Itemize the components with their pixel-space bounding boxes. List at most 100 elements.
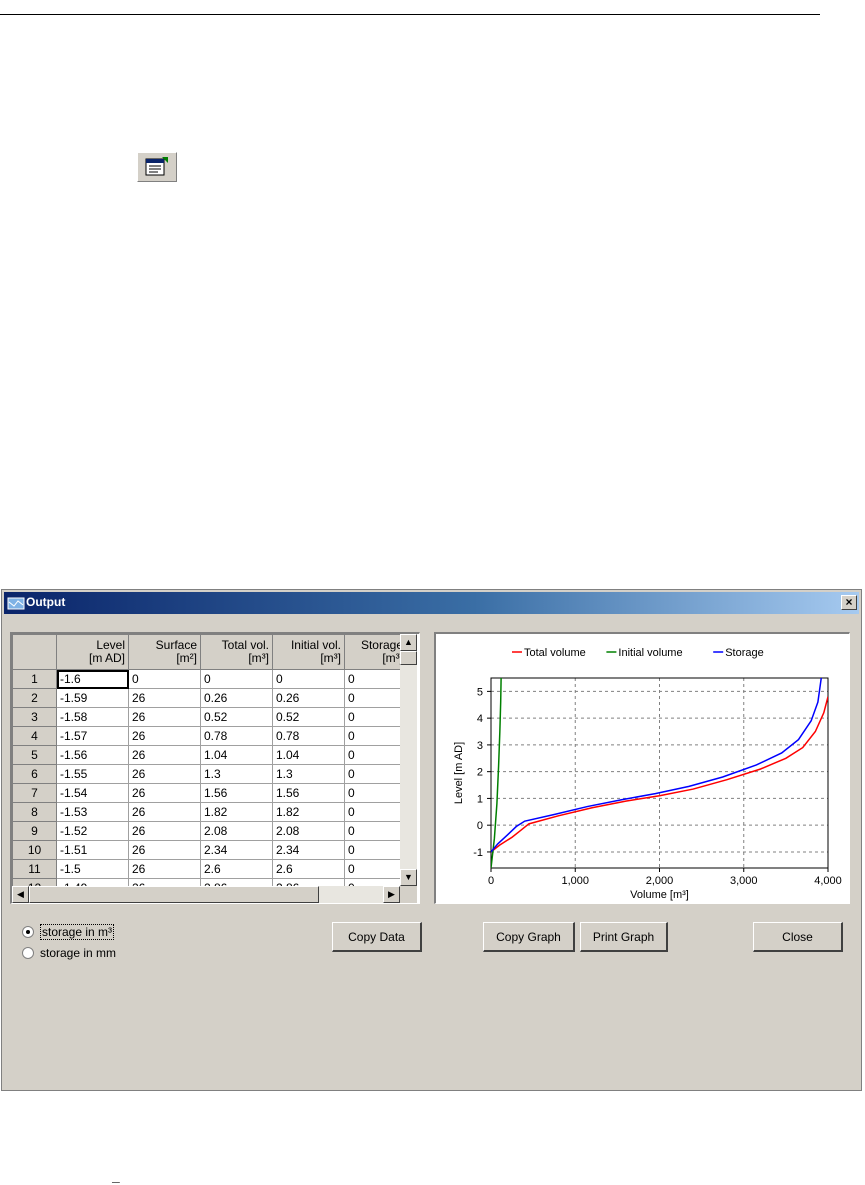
grid-cell[interactable]: 0 — [344, 802, 407, 822]
grid-cell[interactable]: 2.34 — [200, 840, 273, 860]
grid-cell[interactable]: 0 — [344, 707, 407, 727]
grid-cell[interactable]: 0.26 — [200, 688, 273, 708]
grid-cell[interactable]: 1.82 — [200, 802, 273, 822]
row-number[interactable]: 8 — [12, 802, 57, 822]
grid-cell[interactable]: 0 — [272, 669, 345, 689]
column-header[interactable]: Total vol. [m³] — [200, 634, 273, 670]
row-number[interactable]: 1 — [12, 669, 57, 689]
copy-data-label: Copy Data — [348, 929, 405, 944]
close-button[interactable]: Close — [753, 922, 843, 952]
grid-cell[interactable]: 0 — [344, 688, 407, 708]
grid-cell[interactable]: 2.08 — [200, 821, 273, 841]
grid-cell[interactable]: 0 — [344, 821, 407, 841]
grid-cell[interactable]: 1.04 — [272, 745, 345, 765]
scroll-up-icon[interactable]: ▲ — [400, 634, 417, 651]
grid-cell[interactable]: 0 — [344, 783, 407, 803]
option-storage-mm[interactable]: storage in mm — [22, 946, 116, 960]
column-header[interactable]: Initial vol. [m³] — [272, 634, 345, 670]
grid-cell[interactable]: 26 — [128, 745, 201, 765]
grid-cell[interactable]: 1.3 — [272, 764, 345, 784]
grid-cell[interactable]: 0 — [344, 669, 407, 689]
column-header[interactable]: Storage [m³] — [344, 634, 407, 670]
y-tick-label: 4 — [477, 713, 483, 725]
option-storage-mm-label: storage in mm — [40, 946, 117, 960]
grid-cell[interactable]: -1.52 — [56, 821, 129, 841]
grid-cell[interactable]: 2.6 — [272, 859, 345, 879]
row-number[interactable]: 6 — [12, 764, 57, 784]
grid-cell[interactable]: 26 — [128, 688, 201, 708]
row-number[interactable]: 7 — [12, 783, 57, 803]
row-number[interactable]: 4 — [12, 726, 57, 746]
grid-cell[interactable]: 26 — [128, 859, 201, 879]
grid-cell[interactable]: 26 — [128, 821, 201, 841]
grid-cell[interactable]: -1.53 — [56, 802, 129, 822]
column-header[interactable]: Level [m AD] — [56, 634, 129, 670]
grid-cell[interactable]: 1.04 — [200, 745, 273, 765]
grid-cell[interactable]: -1.6 — [56, 669, 129, 689]
properties-icon[interactable] — [137, 152, 177, 182]
grid-cell[interactable]: 2.08 — [272, 821, 345, 841]
grid-cell[interactable]: 1.82 — [272, 802, 345, 822]
grid-cell[interactable]: 1.56 — [272, 783, 345, 803]
grid-cell[interactable]: 2.6 — [200, 859, 273, 879]
grid-cell[interactable]: 0.52 — [200, 707, 273, 727]
grid-cell[interactable]: 26 — [128, 764, 201, 784]
row-number[interactable]: 11 — [12, 859, 57, 879]
radio-storage-m3[interactable] — [22, 926, 34, 938]
row-number[interactable]: 5 — [12, 745, 57, 765]
grid-cell[interactable]: -1.58 — [56, 707, 129, 727]
title-bar[interactable]: Output × — [4, 592, 859, 614]
grid-cell[interactable]: -1.57 — [56, 726, 129, 746]
grid-cell[interactable]: 26 — [128, 707, 201, 727]
grid-cell[interactable]: 0 — [344, 764, 407, 784]
grid-cell[interactable]: -1.55 — [56, 764, 129, 784]
grid-cell[interactable]: 0.78 — [200, 726, 273, 746]
close-window-button[interactable]: × — [841, 595, 857, 610]
grid-cell[interactable]: 26 — [128, 840, 201, 860]
radio-storage-mm[interactable] — [22, 947, 34, 959]
grid-cell[interactable]: 26 — [128, 802, 201, 822]
column-header[interactable]: Surface [m²] — [128, 634, 201, 670]
grid-cell[interactable]: -1.54 — [56, 783, 129, 803]
table-row: 1 -1.6 0 0 0 0 — [12, 669, 407, 689]
grid-corner-header — [12, 634, 57, 670]
scroll-right-icon[interactable]: ▶ — [383, 886, 400, 903]
grid-cell[interactable]: 0 — [344, 840, 407, 860]
copy-graph-label: Copy Graph — [496, 929, 561, 944]
scrollbar-corner — [400, 886, 417, 903]
vertical-scrollbar[interactable]: ▲ ▼ — [400, 634, 417, 886]
scroll-left-icon[interactable]: ◀ — [12, 886, 29, 903]
grid-cell[interactable]: 0 — [128, 669, 201, 689]
grid-cell[interactable]: 2.34 — [272, 840, 345, 860]
grid-cell[interactable]: 0.26 — [272, 688, 345, 708]
grid-cell[interactable]: -1.59 — [56, 688, 129, 708]
grid-cell[interactable]: 0 — [344, 726, 407, 746]
grid-cell[interactable]: -1.56 — [56, 745, 129, 765]
grid-cell[interactable]: -1.51 — [56, 840, 129, 860]
table-row: 4 -1.57 26 0.78 0.78 0 — [12, 726, 407, 746]
row-number[interactable]: 10 — [12, 840, 57, 860]
grid-cell[interactable]: 0 — [200, 669, 273, 689]
grid-cell[interactable]: 0 — [344, 859, 407, 879]
horizontal-scroll-thumb[interactable] — [29, 886, 319, 903]
grid-cell[interactable]: 26 — [128, 726, 201, 746]
grid-cell[interactable]: 0.78 — [272, 726, 345, 746]
grid-cell[interactable]: 0 — [344, 745, 407, 765]
data-grid[interactable]: Level [m AD] Surface [m²] Total vol. [m³] Init… — [10, 632, 420, 904]
row-number[interactable]: 3 — [12, 707, 57, 727]
vertical-scroll-thumb[interactable] — [400, 651, 417, 665]
option-storage-m3[interactable]: storage in m³ — [22, 924, 115, 940]
grid-cell[interactable]: 1.3 — [200, 764, 273, 784]
copy-graph-button[interactable]: Copy Graph — [483, 922, 575, 952]
copy-data-button[interactable]: Copy Data — [332, 922, 422, 952]
scroll-down-icon[interactable]: ▼ — [400, 869, 417, 886]
print-graph-button[interactable]: Print Graph — [580, 922, 668, 952]
row-number[interactable]: 2 — [12, 688, 57, 708]
grid-cell[interactable]: 26 — [128, 783, 201, 803]
grid-cell[interactable]: 0.52 — [272, 707, 345, 727]
horizontal-scrollbar[interactable]: ◀ ▶ — [12, 886, 400, 903]
grid-cell[interactable]: 1.56 — [200, 783, 273, 803]
row-number[interactable]: 9 — [12, 821, 57, 841]
grid-cell[interactable]: -1.5 — [56, 859, 129, 879]
x-tick-label: 0 — [488, 875, 494, 887]
